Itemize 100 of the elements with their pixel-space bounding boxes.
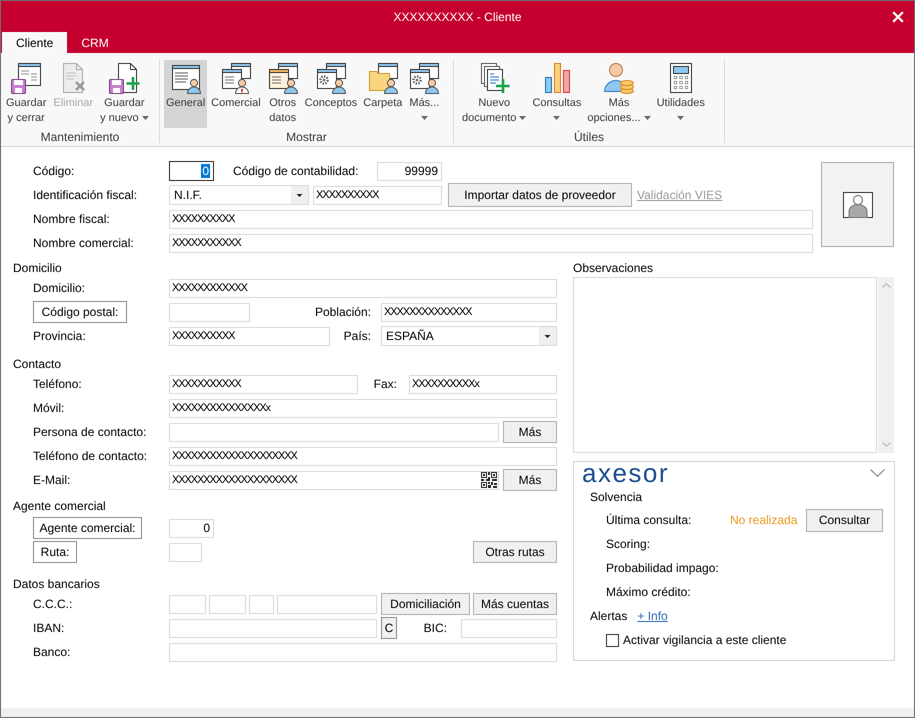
concepts-button[interactable]: Conceptos: [302, 60, 360, 128]
section-title: Domicilio: [12, 260, 62, 276]
checkbox[interactable]: [606, 634, 619, 646]
field-label: Teléfono:: [33, 377, 83, 391]
email-field[interactable]: XXXXXXXXXXXXXXXXXXXX: [169, 470, 499, 490]
queries-button[interactable]: Consultas: [530, 60, 584, 128]
brand-logo: axesor: [582, 463, 670, 483]
caret-icon: [291, 186, 308, 204]
account-field[interactable]: [277, 594, 377, 614]
commercial-view-button[interactable]: Comercial: [209, 60, 263, 128]
save-new-button[interactable]: Guardar y nuevo: [98, 60, 151, 128]
more-button[interactable]: Más: [503, 469, 557, 491]
caret-icon: [539, 327, 556, 345]
window-title: XXXXXXXXXX - Cliente: [393, 10, 522, 24]
field-label: Identificación fiscal:: [33, 188, 138, 202]
utilities-button[interactable]: Utilidades: [654, 60, 707, 128]
contact-person-field[interactable]: [169, 422, 499, 442]
import-button[interactable]: Importar datos de proveedor: [448, 183, 632, 207]
chevron-down-icon[interactable]: [870, 469, 885, 477]
chevron-down-icon: [882, 442, 890, 447]
other-data-button[interactable]: Otros datos: [264, 60, 301, 128]
tab[interactable]: CRM: [67, 32, 123, 53]
phone-field[interactable]: XXXXXXXXXXX: [169, 374, 358, 394]
field-label: País:: [344, 329, 371, 343]
sales-agent-field[interactable]: 0: [169, 518, 214, 538]
new-document-button[interactable]: Nuevo documento: [460, 60, 528, 128]
fiscal-name-field[interactable]: XXXXXXXXXX: [169, 210, 813, 228]
more-button[interactable]: Más: [503, 421, 557, 443]
consult-button[interactable]: Consultar: [806, 508, 883, 532]
field-label: Domicilio:: [33, 281, 86, 295]
id-type-dropdown[interactable]: N.I.F.: [169, 185, 309, 205]
window-floppy-icon: [10, 62, 42, 94]
qr-code-icon: [481, 472, 497, 488]
more-accounts-button[interactable]: Más cuentas: [473, 593, 557, 615]
field-label: C.C.C.:: [33, 597, 74, 611]
folder-button[interactable]: Carpeta: [361, 60, 404, 128]
document-floppy-plus-icon: [108, 62, 140, 94]
chevron-up-icon: [882, 283, 890, 288]
postal-code-field[interactable]: [169, 302, 250, 322]
route-button[interactable]: Ruta:: [33, 541, 77, 563]
field-label: Código de contabilidad:: [233, 164, 360, 178]
close-icon: [892, 10, 904, 22]
avatar-placeholder-icon: [842, 192, 872, 218]
section-title: Solvencia: [589, 489, 642, 505]
caret-icon: [677, 116, 684, 120]
town-field[interactable]: XXXXXXXXXXXXXX: [381, 302, 557, 322]
iban-field[interactable]: [169, 618, 377, 638]
mobile-field[interactable]: XXXXXXXXXXXXXXXx: [169, 398, 557, 418]
field-label: Fax:: [374, 377, 397, 391]
field-label: Código:: [33, 164, 76, 178]
section-title: Datos bancarios: [12, 576, 100, 592]
more-views-button[interactable]: Más...: [406, 60, 442, 128]
section-title: Agente comercial: [12, 498, 106, 514]
tax-id-field[interactable]: XXXXXXXXXX: [313, 186, 442, 204]
fax-field[interactable]: XXXXXXXXXXx: [409, 374, 557, 394]
field-label: Provincia:: [33, 329, 87, 343]
field-label: Móvil:: [33, 401, 66, 415]
trade-name-field[interactable]: XXXXXXXXXXX: [169, 234, 813, 252]
account-field[interactable]: [209, 594, 246, 614]
contact-phone-field[interactable]: XXXXXXXXXXXXXXXXXXXX: [169, 446, 557, 466]
windows-person-tie-icon: [220, 62, 252, 94]
account-field[interactable]: [249, 594, 274, 614]
bic-field[interactable]: [461, 618, 557, 638]
field-label: Máximo crédito:: [606, 585, 692, 599]
iban-check-button[interactable]: C: [381, 617, 397, 639]
info-link[interactable]: + Info: [637, 609, 668, 623]
postal-code-button[interactable]: Código postal:: [33, 301, 127, 323]
section-title: Contacto: [12, 356, 62, 372]
group-label: Mostrar: [286, 130, 327, 145]
sales-agent-button[interactable]: Agente comercial:: [33, 517, 142, 539]
accounting-code-field[interactable]: 99999: [377, 162, 442, 180]
windows-gear-person-icon: [314, 62, 347, 94]
code-field[interactable]: 0: [169, 161, 214, 181]
notes-field[interactable]: [573, 277, 877, 453]
field-label: Población:: [314, 305, 371, 319]
field-label: Persona de contacto:: [33, 425, 148, 439]
other-routes-button[interactable]: Otras rutas: [473, 541, 557, 563]
more-options-button[interactable]: Más opciones...: [585, 60, 653, 128]
caret-icon: [553, 116, 560, 120]
save-close-button[interactable]: Guardar y cerrar: [4, 60, 48, 128]
street-field[interactable]: XXXXXXXXXXXX: [169, 278, 557, 298]
close-button[interactable]: [892, 10, 904, 22]
province-field[interactable]: XXXXXXXXXX: [169, 326, 330, 346]
caret-icon: [420, 116, 428, 120]
general-view-button[interactable]: General: [164, 60, 208, 128]
tab[interactable]: Cliente: [2, 32, 68, 53]
documents-plus-icon: [478, 62, 510, 94]
bank-field[interactable]: [169, 642, 557, 662]
field-label: BIC:: [424, 621, 447, 635]
direct-debit-button[interactable]: Domiciliación: [381, 593, 470, 615]
route-field[interactable]: [169, 542, 202, 562]
windows-gear-person-icon: [408, 62, 440, 94]
caret-icon: [142, 116, 149, 120]
scrollbar[interactable]: [878, 277, 894, 453]
account-field[interactable]: [169, 594, 206, 614]
folder-person-icon: [366, 62, 399, 94]
country-dropdown[interactable]: ESPAÑA: [381, 326, 557, 346]
photo-placeholder[interactable]: [821, 162, 894, 247]
field-label: IBAN:: [33, 621, 66, 635]
field-label: Última consulta:: [606, 513, 692, 527]
